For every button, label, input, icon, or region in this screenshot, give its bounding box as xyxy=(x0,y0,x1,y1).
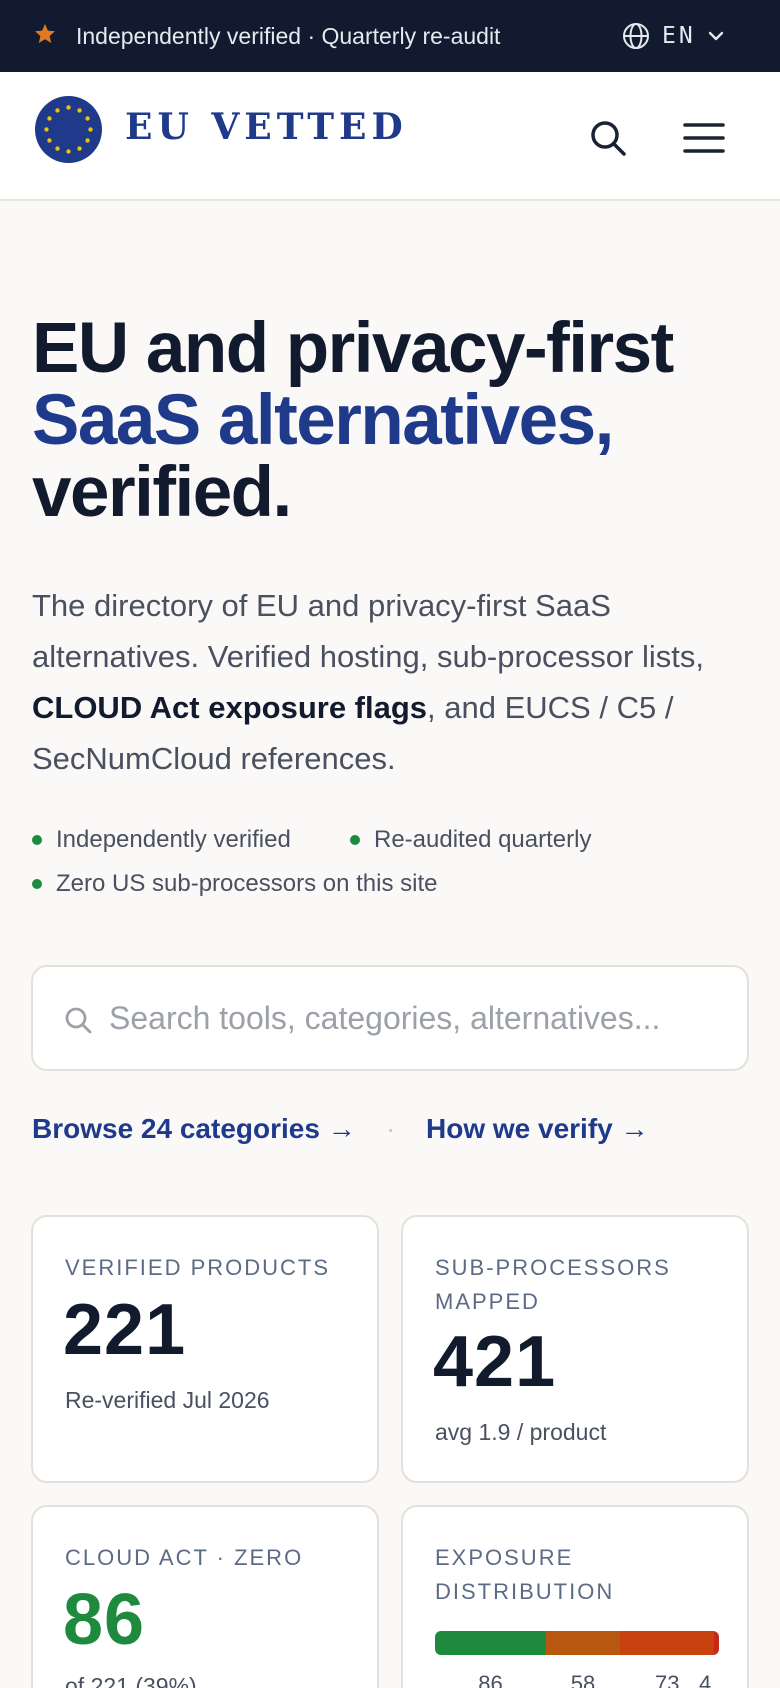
stat-subtext: of 221 (39%) xyxy=(65,1673,197,1688)
stat-label: EXPOSURE DISTRIBUTION xyxy=(435,1545,615,1604)
hero-title-line1: EU and privacy-first xyxy=(32,309,674,388)
search-box[interactable] xyxy=(31,965,749,1071)
hero-title: EU and privacy-first SaaS alternatives, … xyxy=(32,313,752,529)
announcement-text: Independently verified · Quarterly re-au… xyxy=(76,23,501,49)
exposure-distribution-bar xyxy=(435,1631,719,1655)
exposure-segment xyxy=(620,1631,714,1655)
exposure-segment-label: 58 xyxy=(570,1671,596,1688)
trust-bullet-label: Independently verified xyxy=(56,826,291,853)
exposure-segment xyxy=(545,1631,621,1655)
trust-bullet: Independently verified xyxy=(32,826,291,854)
trust-bullet-label: Zero US sub-processors on this site xyxy=(56,870,438,897)
language-selector[interactable]: EN xyxy=(622,18,724,54)
stat-value: 86 xyxy=(63,1580,146,1660)
exposure-segment-label: 73 xyxy=(654,1671,680,1688)
stat-value: 221 xyxy=(63,1290,187,1370)
trust-bullet-label: Re-audited quarterly xyxy=(374,826,592,853)
exposure-segment-label: 4 xyxy=(699,1671,712,1688)
browse-categories-link[interactable]: Browse 24 categories → xyxy=(32,1113,356,1145)
green-dot-icon xyxy=(350,835,360,845)
chevron-down-icon xyxy=(708,31,723,41)
link-separator: · xyxy=(386,1113,396,1144)
exposure-segment-label: 86 xyxy=(478,1671,503,1688)
search-input[interactable] xyxy=(109,967,729,1069)
stat-card-exposure-distribution: EXPOSURE DISTRIBUTION 86 58 73 4 xyxy=(401,1505,749,1688)
language-code: EN xyxy=(662,23,696,49)
search-icon xyxy=(65,1007,92,1034)
brand-name[interactable]: EU VETTED xyxy=(125,106,408,148)
globe-icon xyxy=(623,23,649,49)
green-dot-icon xyxy=(32,879,42,889)
hero-title-line2: SaaS alternatives, xyxy=(32,381,614,460)
how-we-verify-link[interactable]: How we verify → xyxy=(426,1113,649,1145)
stat-card-sub-processors: SUB-PROCESSORS MAPPED 421 avg 1.9 / prod… xyxy=(401,1215,749,1483)
stat-subtext: Re-verified Jul 2026 xyxy=(65,1387,270,1413)
top-announcement-bar: Independently verified · Quarterly re-au… xyxy=(0,0,780,72)
lede-text-1: The directory of EU and privacy-first Sa… xyxy=(32,588,704,674)
exposure-distribution-labels: 86 58 73 4 xyxy=(435,1671,719,1688)
trust-bullet: Re-audited quarterly xyxy=(350,826,591,854)
exposure-segment xyxy=(713,1631,719,1655)
site-header: EU VETTED xyxy=(0,72,780,201)
stat-card-verified-products: VERIFIED PRODUCTS 221 Re-verified Jul 20… xyxy=(31,1215,379,1483)
hamburger-menu-icon[interactable] xyxy=(682,120,726,156)
search-icon[interactable] xyxy=(588,118,628,158)
stat-label: VERIFIED PRODUCTS xyxy=(65,1255,331,1280)
trust-bullet: Zero US sub-processors on this site xyxy=(32,870,437,898)
green-dot-icon xyxy=(32,835,42,845)
eu-stars-logo[interactable] xyxy=(35,96,102,163)
exposure-segment xyxy=(435,1631,546,1655)
lede-bold: CLOUD Act exposure flags xyxy=(32,690,428,725)
stat-label: CLOUD ACT · ZERO xyxy=(65,1545,304,1570)
hero-title-line3: verified. xyxy=(32,453,292,532)
hero-description: The directory of EU and privacy-first Sa… xyxy=(32,580,748,784)
star-icon xyxy=(35,24,55,43)
stat-label: SUB-PROCESSORS MAPPED xyxy=(435,1255,671,1314)
stat-value: 421 xyxy=(433,1322,557,1402)
stat-subtext: avg 1.9 / product xyxy=(435,1419,607,1445)
stat-card-cloud-act-zero: CLOUD ACT · ZERO 86 of 221 (39%) xyxy=(31,1505,379,1688)
